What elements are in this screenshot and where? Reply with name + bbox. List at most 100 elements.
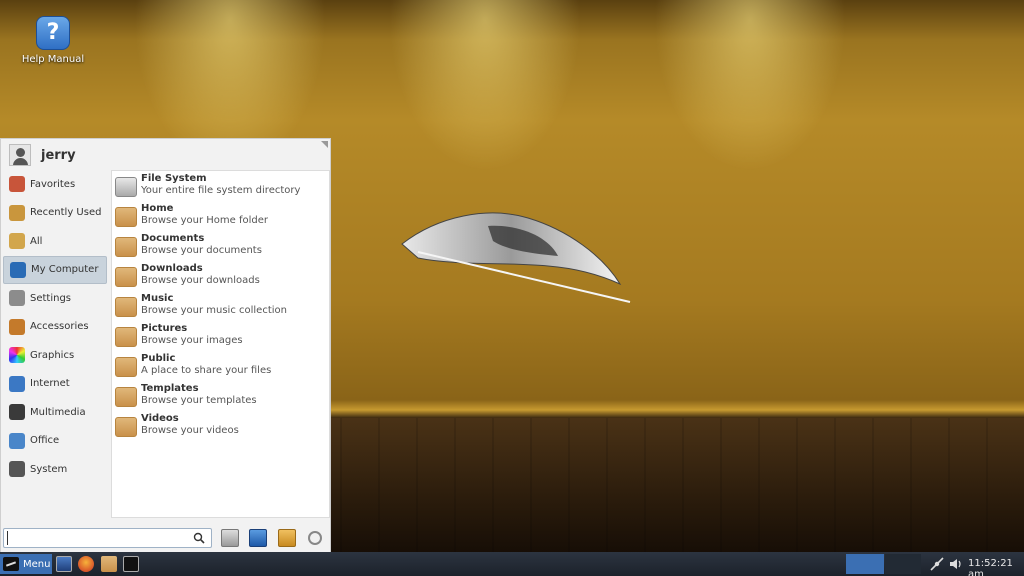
place-title: File System bbox=[141, 173, 207, 184]
category-accessories[interactable]: Accessories bbox=[3, 313, 107, 342]
documents-folder-icon bbox=[115, 237, 137, 257]
category-recently-used[interactable]: Recently Used bbox=[3, 199, 107, 228]
templates-folder-icon bbox=[115, 387, 137, 407]
volume-icon[interactable] bbox=[949, 557, 963, 571]
category-label: All bbox=[30, 235, 43, 247]
category-label: Office bbox=[30, 435, 60, 447]
multimedia-icon bbox=[9, 404, 25, 421]
place-title: Home bbox=[141, 203, 174, 214]
power-icon[interactable] bbox=[308, 531, 322, 545]
all-apps-icon bbox=[9, 233, 25, 250]
category-list: Favorites Recently Used All My Computer … bbox=[3, 170, 107, 484]
category-internet[interactable]: Internet bbox=[3, 370, 107, 399]
public-folder-icon bbox=[115, 357, 137, 377]
search-input[interactable] bbox=[7, 531, 187, 545]
search-icon[interactable] bbox=[193, 532, 205, 544]
desktop-icon-help-manual[interactable]: ? Help Manual bbox=[18, 16, 88, 65]
workspace-2[interactable] bbox=[885, 554, 921, 574]
place-videos[interactable]: Videos Browse your videos bbox=[115, 413, 327, 441]
workspace-1[interactable] bbox=[846, 554, 884, 574]
avatar[interactable] bbox=[9, 144, 31, 166]
feather-wallpaper-image bbox=[401, 212, 631, 303]
place-title: Downloads bbox=[141, 263, 203, 274]
place-pictures[interactable]: Pictures Browse your images bbox=[115, 323, 327, 351]
places-list: File System Your entire file system direc… bbox=[111, 170, 330, 518]
place-description: Browse your Home folder bbox=[141, 215, 268, 226]
settings-icon bbox=[9, 290, 25, 307]
category-label: Recently Used bbox=[30, 207, 102, 219]
office-icon bbox=[9, 432, 25, 449]
help-icon: ? bbox=[36, 16, 70, 50]
place-title: Public bbox=[141, 353, 176, 364]
place-public[interactable]: Public A place to share your files bbox=[115, 353, 327, 381]
place-title: Videos bbox=[141, 413, 179, 424]
application-menu: jerry Favorites Recently Used All My Com… bbox=[0, 138, 331, 552]
accessories-icon bbox=[9, 318, 25, 335]
place-title: Pictures bbox=[141, 323, 188, 334]
downloads-folder-icon bbox=[115, 267, 137, 287]
settings-button[interactable] bbox=[221, 529, 239, 547]
category-label: Multimedia bbox=[30, 406, 86, 418]
videos-folder-icon bbox=[115, 417, 137, 437]
firefox-icon[interactable] bbox=[78, 556, 94, 572]
desktop-icon-label: Help Manual bbox=[21, 54, 85, 65]
category-label: My Computer bbox=[31, 264, 99, 276]
clock[interactable]: 11:52:21 am bbox=[968, 558, 1024, 576]
category-all[interactable]: All bbox=[3, 227, 107, 256]
category-label: Graphics bbox=[30, 349, 75, 361]
place-description: Browse your videos bbox=[141, 425, 239, 436]
category-label: Settings bbox=[30, 292, 72, 304]
lock-screen-button[interactable] bbox=[249, 529, 267, 547]
pictures-folder-icon bbox=[115, 327, 137, 347]
music-folder-icon bbox=[115, 297, 137, 317]
favorites-icon bbox=[9, 176, 25, 193]
system-icon bbox=[9, 461, 25, 478]
terminal-icon[interactable] bbox=[123, 556, 139, 572]
recent-icon bbox=[9, 204, 25, 221]
place-downloads[interactable]: Downloads Browse your downloads bbox=[115, 263, 327, 291]
category-graphics[interactable]: Graphics bbox=[3, 341, 107, 370]
category-label: System bbox=[30, 463, 68, 475]
menu-button-label: Menu bbox=[23, 558, 51, 570]
category-favorites[interactable]: Favorites bbox=[3, 170, 107, 199]
category-system[interactable]: System bbox=[3, 455, 107, 484]
resize-corner-icon[interactable] bbox=[321, 141, 328, 148]
home-folder-icon[interactable] bbox=[101, 556, 117, 572]
place-music[interactable]: Music Browse your music collection bbox=[115, 293, 327, 321]
place-description: Browse your documents bbox=[141, 245, 262, 256]
place-description: Browse your images bbox=[141, 335, 243, 346]
category-label: Internet bbox=[30, 378, 70, 390]
home-folder-icon bbox=[115, 207, 137, 227]
category-label: Favorites bbox=[30, 178, 76, 190]
computer-icon bbox=[10, 261, 26, 278]
place-title: Music bbox=[141, 293, 174, 304]
place-title: Documents bbox=[141, 233, 205, 244]
place-description: Browse your templates bbox=[141, 395, 257, 406]
category-office[interactable]: Office bbox=[3, 427, 107, 456]
network-icon[interactable] bbox=[930, 557, 944, 571]
place-home[interactable]: Home Browse your Home folder bbox=[115, 203, 327, 231]
place-description: Browse your downloads bbox=[141, 275, 260, 286]
place-description: A place to share your files bbox=[141, 365, 272, 376]
drive-icon bbox=[115, 177, 137, 197]
search-box[interactable] bbox=[3, 528, 212, 548]
category-my-computer[interactable]: My Computer bbox=[3, 255, 107, 284]
switch-user-button[interactable] bbox=[278, 529, 296, 547]
user-header[interactable]: jerry bbox=[9, 143, 76, 167]
graphics-icon bbox=[9, 347, 25, 364]
category-label: Accessories bbox=[30, 321, 89, 333]
menu-button[interactable]: Menu bbox=[0, 554, 52, 574]
internet-icon bbox=[9, 375, 25, 392]
place-description: Browse your music collection bbox=[141, 305, 287, 316]
category-multimedia[interactable]: Multimedia bbox=[3, 398, 107, 427]
taskbar: Menu 11:52:21 am bbox=[0, 552, 1024, 576]
feather-logo-icon bbox=[3, 557, 19, 571]
category-settings[interactable]: Settings bbox=[3, 284, 107, 313]
username: jerry bbox=[41, 147, 76, 163]
place-templates[interactable]: Templates Browse your templates bbox=[115, 383, 327, 411]
place-description: Your entire file system directory bbox=[141, 185, 301, 196]
show-desktop-icon[interactable] bbox=[56, 556, 72, 572]
place-file-system[interactable]: File System Your entire file system direc… bbox=[115, 173, 327, 201]
place-title: Templates bbox=[141, 383, 199, 394]
place-documents[interactable]: Documents Browse your documents bbox=[115, 233, 327, 261]
